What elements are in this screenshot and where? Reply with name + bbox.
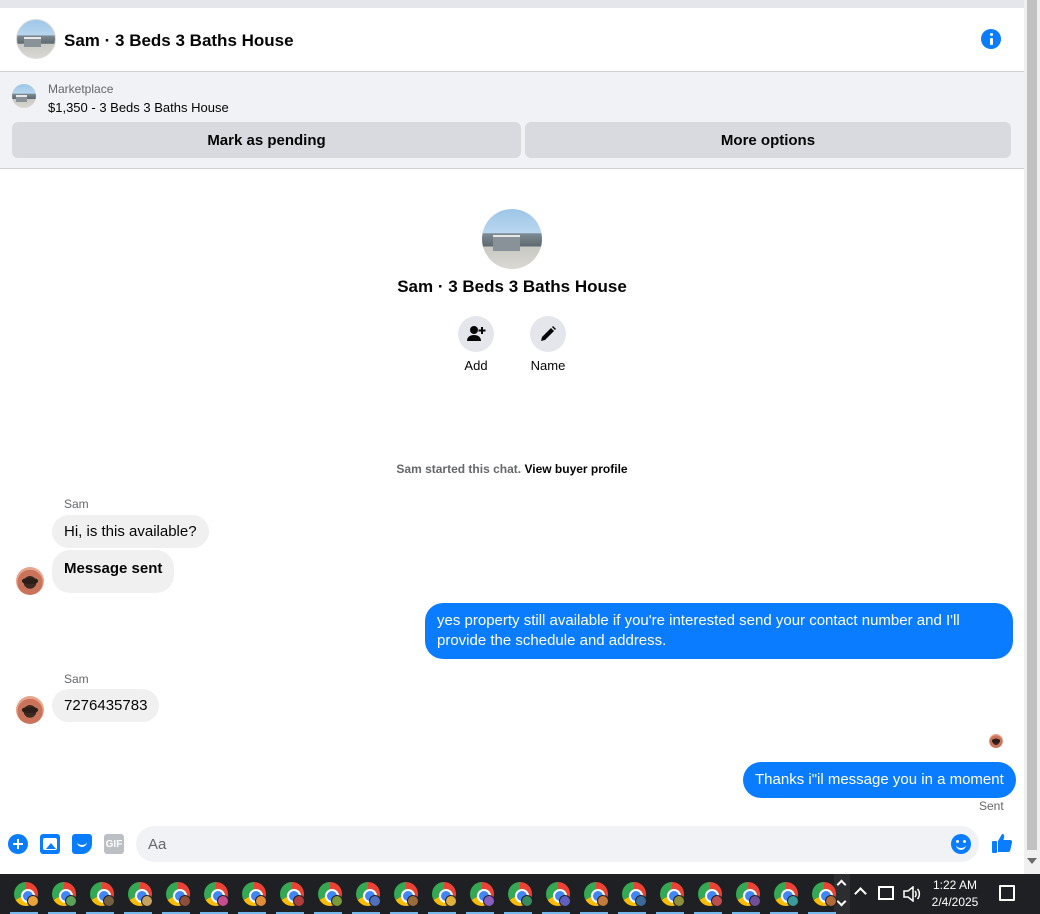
profile-badge-icon [255,895,267,907]
taskbar-chrome-window[interactable] [195,874,233,914]
conversation-title[interactable]: Sam · 3 Beds 3 Baths House [64,31,294,51]
windows-taskbar: 1:22 AM 2/4/2025 [0,874,1040,914]
taskbar-chrome-window[interactable] [233,874,271,914]
add-person-icon[interactable] [458,316,494,352]
message-bubble-outgoing[interactable]: Thanks i"il message you in a moment [743,762,1016,798]
taskbar-chrome-window[interactable] [347,874,385,914]
taskbar-chrome-window[interactable] [5,874,43,914]
message-input[interactable] [136,826,979,862]
gif-icon[interactable]: GIF [104,834,124,854]
marketplace-label: Marketplace [48,82,114,96]
marketplace-bar: Marketplace $1,350 - 3 Beds 3 Baths Hous… [0,72,1024,169]
mark-as-pending-button[interactable]: Mark as pending [12,122,521,158]
profile-badge-icon [445,895,457,907]
conversation-avatar[interactable] [16,19,56,59]
taskbar-chrome-window[interactable] [537,874,575,914]
taskbar-chrome-window[interactable] [575,874,613,914]
taskbar-chrome-window[interactable] [803,874,841,914]
taskbar-chrome-window[interactable] [271,874,309,914]
top-strip [0,0,1024,8]
taskbar-chrome-window[interactable] [727,874,765,914]
profile-badge-icon [521,895,533,907]
taskbar-chrome-window[interactable] [423,874,461,914]
taskbar-chrome-window[interactable] [309,874,347,914]
profile-badge-icon [597,895,609,907]
sender-name: Sam [64,497,89,511]
message-composer: GIF [0,822,1024,866]
sent-status: Sent [979,799,1004,813]
taskbar-chrome-window[interactable] [651,874,689,914]
name-action[interactable]: Name [518,316,578,373]
taskbar-chrome-window[interactable] [43,874,81,914]
listing-title[interactable]: $1,350 - 3 Beds 3 Baths House [48,100,229,115]
taskbar-chrome-window[interactable] [385,874,423,914]
network-icon[interactable] [878,886,894,900]
profile-badge-icon [483,895,495,907]
message-bubble-outgoing[interactable]: yes property still available if you're i… [425,603,1013,659]
chat-header: Sam · 3 Beds 3 Baths House [0,8,1024,72]
profile-badge-icon [217,895,229,907]
taskbar-chrome-window[interactable] [499,874,537,914]
taskbar-chrome-window[interactable] [613,874,651,914]
profile-badge-icon [293,895,305,907]
profile-badge-icon [103,895,115,907]
scrollbar-thumb[interactable] [1027,0,1037,850]
plus-icon[interactable] [8,834,28,854]
taskbar-chrome-window[interactable] [765,874,803,914]
taskbar-chrome-window[interactable] [119,874,157,914]
taskbar-chrome-window[interactable] [81,874,119,914]
sticker-icon[interactable] [72,834,92,854]
profile-badge-icon [673,895,685,907]
profile-badge-icon [825,895,837,907]
profile-badge-icon [331,895,343,907]
chat-started-text: Sam started this chat. [396,462,522,476]
profile-badge-icon [369,895,381,907]
emoji-icon[interactable] [951,834,971,854]
show-hidden-icons-icon[interactable] [854,887,867,900]
profile-badge-icon [179,895,191,907]
message-bubble-incoming[interactable]: 7276435783 [52,689,160,722]
profile-badge-icon [635,895,647,907]
sender-avatar[interactable] [16,696,44,724]
add-action[interactable]: Add [446,316,506,373]
clock-time: 1:22 AM [932,878,978,892]
view-buyer-profile-link[interactable]: View buyer profile [524,462,627,476]
image-icon[interactable] [40,834,60,854]
profile-badge-icon [407,895,419,907]
notifications-icon[interactable] [999,885,1015,901]
message-bubble-incoming[interactable]: Hi, is this available? [52,515,209,548]
taskbar-clock[interactable]: 1:22 AM 2/4/2025 [928,877,982,911]
profile-badge-icon [65,895,77,907]
chat-started-notice: Sam started this chat. View buyer profil… [0,462,1024,476]
taskbar-chrome-window[interactable] [689,874,727,914]
intro-avatar [482,209,542,269]
info-icon[interactable] [981,29,1001,49]
pencil-icon[interactable] [530,316,566,352]
profile-badge-icon [749,895,761,907]
scrollbar[interactable] [1024,0,1040,874]
volume-icon[interactable] [903,885,921,903]
name-label: Name [530,358,566,373]
more-options-button[interactable]: More options [525,122,1011,158]
clock-date: 2/4/2025 [931,895,979,909]
intro-name: Sam · 3 Beds 3 Baths House [397,277,627,296]
profile-badge-icon [711,895,723,907]
thumbs-up-icon[interactable] [991,832,1013,854]
scroll-down-arrow-icon[interactable] [1027,858,1037,864]
add-label: Add [464,358,488,373]
read-receipt-avatar [989,734,1003,748]
profile-badge-icon [141,895,153,907]
sender-avatar[interactable] [16,567,44,595]
listing-thumbnail[interactable] [12,84,36,108]
taskbar-chrome-window[interactable] [461,874,499,914]
profile-badge-icon [787,895,799,907]
messenger-window: Sam · 3 Beds 3 Baths House Marketplace $… [0,0,1040,914]
taskbar-chrome-window[interactable] [157,874,195,914]
sender-name: Sam [64,672,89,686]
profile-badge-icon [559,895,571,907]
message-bubble-incoming[interactable]: Message sent [52,550,175,593]
profile-badge-icon [27,895,39,907]
